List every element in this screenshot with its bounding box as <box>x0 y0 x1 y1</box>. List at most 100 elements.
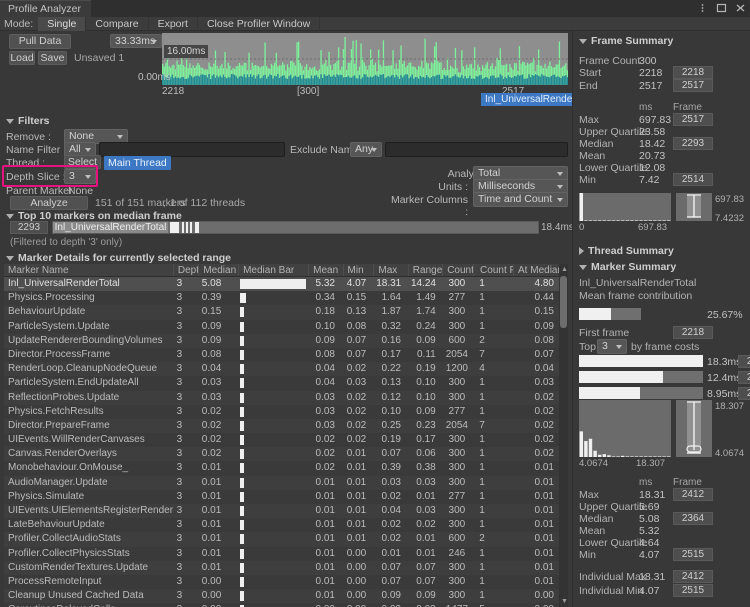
column-header-range[interactable]: Range <box>409 264 443 276</box>
thread-summary-header[interactable]: Thread Summary <box>579 245 674 257</box>
table-row[interactable]: UIEvents.UIElementsRegisterRenderers30.0… <box>4 504 568 518</box>
first-frame-badge[interactable]: 2218 <box>673 326 713 339</box>
filters-header[interactable]: Filters <box>6 115 50 127</box>
close-icon[interactable] <box>735 2 746 14</box>
cell-count: 600 <box>442 532 473 546</box>
cell-mean: 0.04 <box>306 376 341 390</box>
table-row[interactable]: AudioManager.Update30.010.010.010.030.03… <box>4 476 568 490</box>
table-row[interactable]: CustomRenderTextures.Update30.010.010.00… <box>4 561 568 575</box>
save-button[interactable]: Save <box>38 51 67 65</box>
table-row[interactable]: ParticleSystem.Update30.090.100.080.320.… <box>4 320 568 334</box>
window-tab-profile-analyzer[interactable]: Profile Analyzer <box>0 0 91 17</box>
table-row[interactable]: UpdateRendererBoundingVolumes30.090.090.… <box>4 334 568 348</box>
marker-summary-header[interactable]: Marker Summary <box>579 261 676 273</box>
name-filter-input[interactable] <box>99 142 285 157</box>
marker-median-frame-badge[interactable]: 2364 <box>673 512 713 525</box>
table-row[interactable]: Physics.Simulate30.010.010.010.020.01277… <box>4 490 568 504</box>
table-row[interactable]: Profiler.CollectAudioStats30.010.010.010… <box>4 532 568 546</box>
top-count-dropdown[interactable]: 3 <box>597 339 627 354</box>
frame-histogram <box>579 193 671 221</box>
column-header-median-bar[interactable]: Median Bar <box>239 264 309 276</box>
frame-summary-header[interactable]: Frame Summary <box>579 35 673 47</box>
top10-bar[interactable]: Inl_UniversalRenderTotal <box>52 221 539 234</box>
cell-marker-name: ProcessRemoteInput <box>4 575 173 589</box>
table-row[interactable]: Monobehaviour.OnMouse_30.010.020.010.390… <box>4 461 568 475</box>
marker-max-frame-badge[interactable]: 2412 <box>673 488 713 501</box>
pull-data-button[interactable]: Pull Data <box>9 34 71 49</box>
individual-max-frame-badge[interactable]: 2412 <box>673 570 713 583</box>
frame-time-graph[interactable] <box>162 33 568 85</box>
column-header-min[interactable]: Min <box>344 264 375 276</box>
cell-mean: 0.02 <box>306 461 341 475</box>
marker-columns-dropdown[interactable]: Time and Count <box>473 192 568 207</box>
top-frame-cost-frame-badge[interactable]: 2322 <box>738 371 750 384</box>
end-frame-badge[interactable]: 2517 <box>673 79 713 92</box>
cell-mean: 0.04 <box>306 362 341 376</box>
column-header-marker-name[interactable]: Marker Name <box>4 264 174 276</box>
table-row[interactable]: BehaviourUpdate30.150.180.131.871.743001… <box>4 305 568 319</box>
cell-count-frame: 1 <box>473 490 513 504</box>
column-header-depth[interactable]: Depth <box>174 264 200 276</box>
mode-button-close-profiler-window[interactable]: Close Profiler Window <box>198 17 320 31</box>
frame-median-frame-badge[interactable]: 2293 <box>673 137 713 150</box>
table-row[interactable]: UIEvents.WillRenderCanvases30.020.020.02… <box>4 433 568 447</box>
column-header-mean[interactable]: Mean <box>309 264 343 276</box>
marker-details-header[interactable]: Marker Details for currently selected ra… <box>6 252 231 264</box>
table-row[interactable]: Profiler.CollectPhysicsStats30.010.010.0… <box>4 547 568 561</box>
top-frame-cost-frame-badge[interactable]: 2255 <box>738 387 750 400</box>
column-header-count-frame[interactable]: Count Frame <box>474 264 514 276</box>
frame-time-dropdown[interactable]: 33.33ms <box>110 34 162 48</box>
depth-slice-dropdown[interactable]: 3 <box>64 169 96 184</box>
frame-boxplot-svg <box>676 193 712 221</box>
top-frame-cost-frame-badge[interactable]: 2412 <box>738 355 750 368</box>
individual-min-frame-badge[interactable]: 2515 <box>673 584 713 597</box>
table-row[interactable]: RenderLoop.CleanupNodeQueue30.040.040.02… <box>4 362 568 376</box>
table-row[interactable]: LateBehaviourUpdate30.010.010.010.020.02… <box>4 518 568 532</box>
window-menu-icon[interactable] <box>697 2 708 14</box>
table-row[interactable]: CoroutinesDelayedCalls30.000.000.000.020… <box>4 603 568 607</box>
mode-button-compare[interactable]: Compare <box>86 17 148 31</box>
table-row[interactable]: Physics.Processing30.390.340.151.641.492… <box>4 291 568 305</box>
table-row[interactable]: Cleanup Unused Cached Data30.000.010.000… <box>4 589 568 603</box>
column-header-max[interactable]: Max <box>374 264 408 276</box>
cell-median-bar <box>237 419 306 433</box>
analyze-button[interactable]: Analyze <box>10 196 88 210</box>
table-row[interactable]: ParticleSystem.EndUpdateAll30.030.040.03… <box>4 376 568 390</box>
table-scrollbar[interactable]: ▲ ▼ <box>559 264 568 607</box>
start-frame-badge[interactable]: 2218 <box>673 66 713 79</box>
exclude-names-mode-dropdown[interactable]: Any <box>350 142 382 157</box>
table-row[interactable]: ProcessRemoteInput30.000.010.000.070.073… <box>4 575 568 589</box>
mode-button-single[interactable]: Single <box>38 17 86 31</box>
table-row[interactable]: Inl_UniversalRenderTotal35.085.324.0718.… <box>4 277 568 291</box>
remove-value: None <box>69 130 94 142</box>
cell-count: 300 <box>442 561 473 575</box>
frame-max-frame-badge[interactable]: 2517 <box>673 113 713 126</box>
exclude-names-input[interactable] <box>385 142 568 157</box>
marker-min-frame-badge[interactable]: 2515 <box>673 548 713 561</box>
table-row[interactable]: Physics.FetchResults30.020.030.020.100.0… <box>4 405 568 419</box>
cell-count-frame: 1 <box>473 589 513 603</box>
table-row[interactable]: Director.ProcessFrame30.080.080.070.170.… <box>4 348 568 362</box>
scroll-down-icon[interactable]: ▼ <box>561 598 568 605</box>
frame-min-frame-badge[interactable]: 2514 <box>673 173 713 186</box>
table-row[interactable]: ReflectionProbes.Update30.030.030.020.12… <box>4 391 568 405</box>
cell-count: 300 <box>442 461 473 475</box>
table-row[interactable]: Canvas.RenderOverlays30.020.020.010.070.… <box>4 447 568 461</box>
table-row[interactable]: Director.PrepareFrame30.020.030.020.250.… <box>4 419 568 433</box>
cell-depth: 3 <box>173 305 198 319</box>
mode-button-export[interactable]: Export <box>149 17 198 31</box>
contribution-pct: 25.67% <box>707 309 743 321</box>
maximize-icon[interactable] <box>716 2 727 14</box>
scroll-up-icon[interactable]: ▲ <box>561 266 568 273</box>
thread-select-button[interactable]: Select <box>64 155 101 169</box>
column-header-count[interactable]: Count <box>443 264 474 276</box>
frame-boxplot-top-label: 697.83 <box>715 194 744 205</box>
cell-range: 0.19 <box>407 362 442 376</box>
column-header-median[interactable]: Median <box>199 264 239 276</box>
marker-columns-value: Time and Count <box>478 193 552 205</box>
load-button[interactable]: Load <box>9 51 35 65</box>
cell-count: 600 <box>442 334 473 348</box>
cell-count: 300 <box>442 589 473 603</box>
cell-depth: 3 <box>173 547 198 561</box>
scrollbar-thumb[interactable] <box>560 276 567 328</box>
